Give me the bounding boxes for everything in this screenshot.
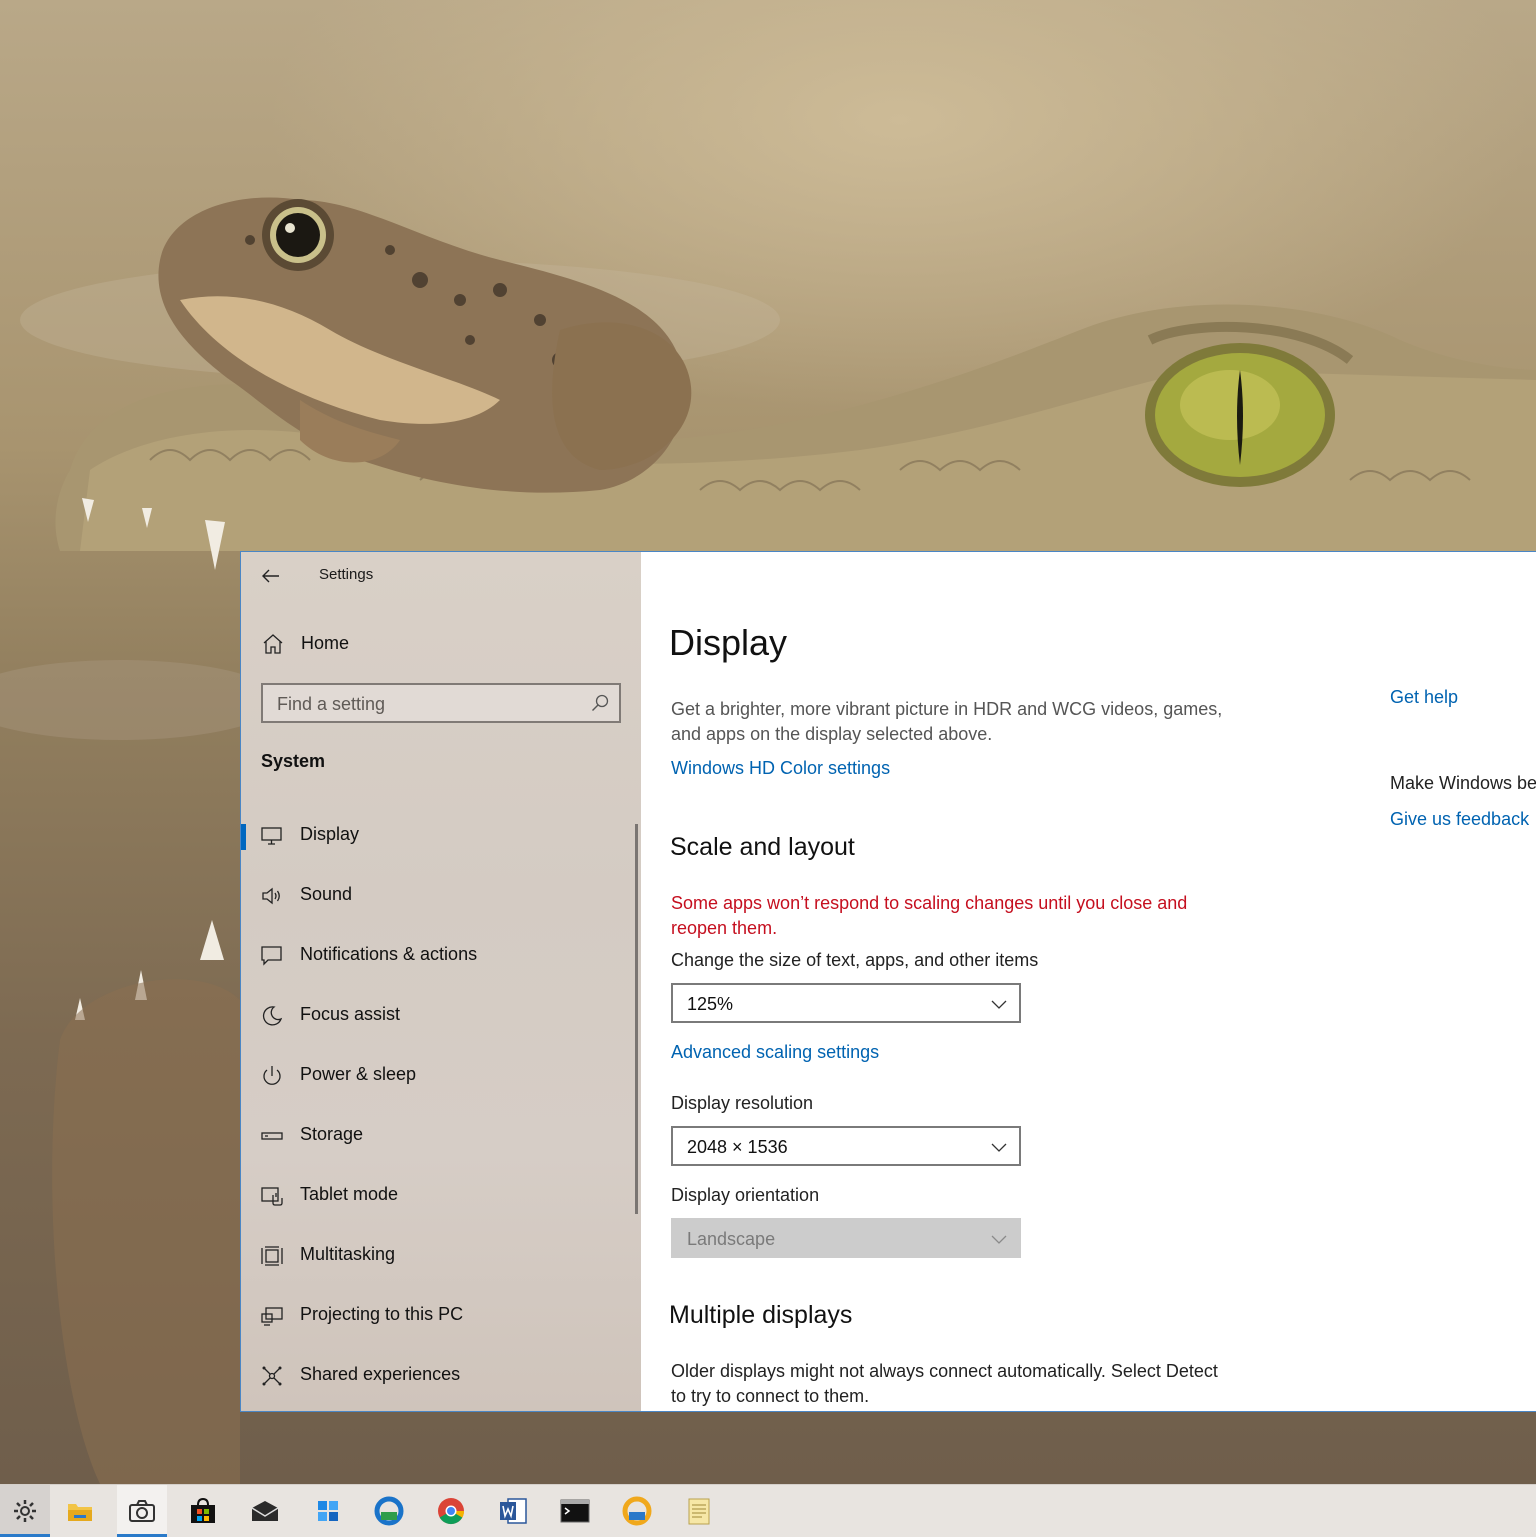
sidebar-item-focus-assist[interactable]: Focus assist [241, 986, 641, 1046]
get-help-link[interactable]: Get help [1390, 687, 1458, 708]
sidebar-item-shared-experiences[interactable]: Shared experiences [241, 1346, 641, 1406]
sidebar-item-sound[interactable]: Sound [241, 866, 641, 926]
notepad-icon [688, 1498, 710, 1525]
orientation-label: Display orientation [671, 1185, 820, 1205]
scale-dropdown[interactable]: 125% [671, 983, 1021, 1023]
sidebar-item-label: Display [300, 824, 360, 844]
taskbar-word[interactable] [488, 1485, 538, 1537]
scale-warning: Some apps won’t respond to scaling chang… [671, 893, 1188, 938]
nav-scrollbar[interactable] [635, 824, 638, 1214]
resolution-dropdown-value: 2048 × 1536 [687, 1137, 788, 1157]
taskbar [0, 1484, 1536, 1537]
multiple-displays-heading: Multiple displays [669, 1301, 853, 1329]
edge-canary-icon [622, 1496, 652, 1526]
sidebar-item-label: Storage [300, 1124, 364, 1144]
camera-icon [129, 1500, 155, 1522]
file-explorer-icon [68, 1504, 92, 1521]
sidebar-item-projecting[interactable]: Projecting to this PC [241, 1286, 641, 1346]
scale-layout-heading: Scale and layout [670, 833, 855, 861]
resolution-dropdown[interactable]: 2048 × 1536 [671, 1126, 1021, 1166]
give-feedback-link[interactable]: Give us feedback [1390, 809, 1529, 830]
selection-indicator [241, 824, 246, 850]
sidebar-item-label: Multitasking [300, 1244, 396, 1264]
navigation-pane: Settings Home System Display [241, 552, 641, 1411]
search-icon[interactable] [591, 694, 609, 712]
moon-icon [262, 1006, 283, 1026]
word-icon [500, 1498, 527, 1524]
sidebar-item-storage[interactable]: Storage [241, 1106, 641, 1166]
monitor-icon [261, 827, 282, 845]
chevron-down-icon [991, 1235, 1007, 1244]
back-arrow-icon [262, 569, 279, 583]
app-title: Settings [319, 566, 374, 583]
nav-home[interactable]: Home [241, 624, 641, 664]
taskbar-command-prompt[interactable] [550, 1485, 600, 1537]
taskbar-store[interactable] [178, 1485, 228, 1537]
settings-window: Settings Home System Display [240, 551, 1536, 1412]
multitasking-icon [261, 1246, 283, 1266]
home-icon [263, 634, 283, 654]
title-bar: Settings [241, 552, 641, 598]
sidebar-item-label: Power & sleep [300, 1064, 417, 1084]
tablet-mode-icon [261, 1187, 283, 1206]
taskbar-edge-canary[interactable] [612, 1485, 662, 1537]
command-prompt-icon [560, 1499, 590, 1523]
scale-dropdown-value: 125% [687, 994, 734, 1014]
orientation-dropdown-value: Landscape [687, 1229, 776, 1249]
taskbar-app[interactable] [303, 1485, 353, 1537]
edge-dev-icon [374, 1496, 404, 1526]
sidebar-item-label: Tablet mode [300, 1184, 399, 1204]
sidebar-item-label: Notifications & actions [300, 944, 478, 964]
projecting-icon [261, 1307, 283, 1326]
taskbar-file-explorer[interactable] [55, 1485, 105, 1537]
taskbar-camera[interactable] [117, 1485, 167, 1537]
settings-icon [14, 1500, 36, 1522]
taskbar-mail[interactable] [240, 1485, 290, 1537]
notification-icon [261, 946, 282, 966]
advanced-scaling-link[interactable]: Advanced scaling settings [671, 1042, 879, 1063]
resolution-label: Display resolution [671, 1093, 814, 1113]
back-button[interactable] [255, 560, 287, 592]
content-pane: Display Get a brighter, more vibrant pic… [641, 552, 1536, 1411]
mail-icon [251, 1501, 279, 1521]
orientation-dropdown: Landscape [671, 1218, 1021, 1258]
page-title: Display [669, 622, 788, 663]
chevron-down-icon [991, 1000, 1007, 1009]
sidebar-item-power-sleep[interactable]: Power & sleep [241, 1046, 641, 1106]
sidebar-item-display[interactable]: Display [241, 806, 641, 866]
sidebar-item-multitasking[interactable]: Multitasking [241, 1226, 641, 1286]
taskbar-notepad[interactable] [674, 1485, 724, 1537]
make-windows-better-label: Make Windows be [1390, 773, 1536, 793]
nav-list: Display Sound Notifications & actions Fo… [241, 806, 641, 1406]
search-input[interactable] [275, 692, 579, 716]
sidebar-item-label: Sound [300, 884, 353, 904]
chrome-icon [438, 1498, 465, 1525]
sidebar-item-label: Shared experiences [300, 1364, 461, 1384]
sidebar-item-label: Projecting to this PC [300, 1304, 464, 1324]
hdr-description: Get a brighter, more vibrant picture in … [671, 699, 1223, 744]
taskbar-edge-dev[interactable] [364, 1485, 414, 1537]
storage-icon [261, 1132, 283, 1140]
nav-home-label: Home [301, 633, 350, 653]
store-icon [191, 1497, 215, 1523]
sidebar-item-notifications[interactable]: Notifications & actions [241, 926, 641, 986]
chevron-down-icon [991, 1143, 1007, 1152]
nav-group-label: System [261, 751, 326, 771]
hd-color-settings-link[interactable]: Windows HD Color settings [671, 758, 890, 779]
taskbar-settings[interactable] [0, 1485, 50, 1537]
speaker-icon [262, 887, 280, 905]
taskbar-chrome[interactable] [426, 1485, 476, 1537]
scale-label: Change the size of text, apps, and other… [671, 950, 1039, 970]
shared-experiences-icon [262, 1366, 282, 1386]
multiple-displays-description: Older displays might not always connect … [671, 1361, 1218, 1406]
sidebar-item-label: Focus assist [300, 1004, 401, 1024]
sidebar-item-tablet-mode[interactable]: Tablet mode [241, 1166, 641, 1226]
power-icon [263, 1066, 281, 1085]
app-icon [318, 1501, 338, 1521]
search-box[interactable] [261, 683, 621, 723]
